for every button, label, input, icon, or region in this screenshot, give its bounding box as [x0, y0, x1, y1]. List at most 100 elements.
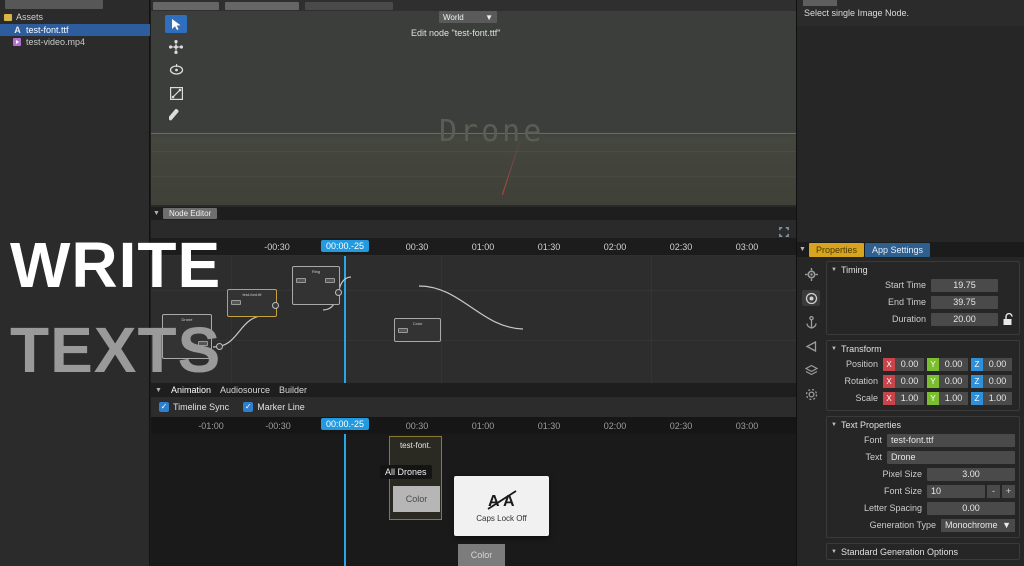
- viewport-3d[interactable]: Drone World ▼ Edit node "test-font.ttf": [151, 0, 796, 205]
- secondary-color-bar[interactable]: Color: [458, 544, 505, 566]
- transform-section-title[interactable]: ▼ Transform: [831, 344, 1015, 354]
- node-port[interactable]: [398, 328, 408, 333]
- animation-track-canvas[interactable]: test-font. All Drones Color A A Caps Loc…: [151, 434, 796, 566]
- collapse-triangle-icon: ▼: [831, 267, 837, 273]
- timeline-clip[interactable]: test-font. All Drones Color: [380, 436, 442, 520]
- tab-properties[interactable]: Properties: [808, 242, 864, 257]
- app-window: Assets A test-font.ttf test-video.mp4 Dr…: [0, 0, 1024, 566]
- node-port[interactable]: [296, 278, 306, 283]
- node-ring[interactable]: Ring: [292, 266, 342, 305]
- font-file-icon: A: [14, 24, 21, 35]
- timing-section-title[interactable]: ▼ Timing: [831, 265, 1015, 275]
- hint-text: Select single Image Node.: [804, 8, 910, 18]
- animation-ruler[interactable]: -01:00 -00:30 00:00.-25 00:30 01:00 01:3…: [151, 417, 796, 434]
- toolbar-chip-2[interactable]: [225, 1, 299, 10]
- asset-name: test-video.mp4: [26, 37, 86, 47]
- chevron-down-icon[interactable]: ▼: [153, 210, 160, 217]
- scale-label: Scale: [855, 393, 878, 403]
- scale-x-field[interactable]: 1.00: [895, 391, 924, 405]
- text-field[interactable]: Drone: [887, 450, 1015, 464]
- playhead-badge[interactable]: 00:00.-25: [320, 418, 370, 430]
- viewport-tool-palette: [165, 15, 191, 125]
- end-time-field[interactable]: 39.75: [931, 295, 998, 309]
- rotate-tool[interactable]: [165, 61, 187, 79]
- node-graph-canvas[interactable]: Drone test-font.ttf Ring Color: [151, 256, 796, 383]
- assets-root-folder[interactable]: Assets: [0, 11, 150, 23]
- ruler-tick: 02:30: [669, 421, 693, 431]
- viewport-canvas[interactable]: Drone: [151, 11, 796, 205]
- chevron-down-icon[interactable]: ▼: [155, 387, 162, 394]
- move-tool[interactable]: [165, 38, 187, 56]
- playhead-badge[interactable]: 00:00.-25: [320, 240, 370, 252]
- scale-z-field[interactable]: 1.00: [983, 391, 1012, 405]
- node-connections: [212, 276, 524, 348]
- node-test-font[interactable]: test-font.ttf: [227, 289, 279, 317]
- node-output-dot[interactable]: [335, 289, 342, 296]
- rotation-x-field[interactable]: 0.00: [895, 374, 924, 388]
- generation-type-dropdown[interactable]: Monochrome ▼: [941, 518, 1015, 532]
- node-output-dot[interactable]: [272, 302, 279, 309]
- position-y-field[interactable]: 0.00: [939, 357, 968, 371]
- font-size-field[interactable]: 10: [927, 484, 985, 498]
- chevron-down-icon[interactable]: ▼: [799, 246, 806, 253]
- grid-line: [151, 176, 796, 177]
- ruler-tick: 01:00: [471, 421, 495, 431]
- standard-generation-options-section[interactable]: ▼ Standard Generation Options: [826, 543, 1020, 560]
- ruler-tick: 03:00: [735, 421, 759, 431]
- chevron-down-icon: ▼: [485, 12, 493, 22]
- rotation-row: Rotation X 0.00 Y 0.00 Z 0.00: [831, 374, 1015, 388]
- tab-builder[interactable]: Builder: [279, 385, 307, 395]
- timeline-sync-label: Timeline Sync: [173, 402, 230, 412]
- text-properties-title[interactable]: ▼ Text Properties: [831, 420, 1015, 430]
- paint-tool[interactable]: [165, 107, 187, 125]
- asset-name: test-font.ttf: [26, 25, 69, 35]
- timeline-sync-checkbox[interactable]: ✓ Timeline Sync: [159, 402, 229, 412]
- rotation-y-field[interactable]: 0.00: [939, 374, 968, 388]
- caps-lock-off-icon: A A: [487, 490, 516, 510]
- ruler-tick: 00:30: [405, 421, 429, 431]
- unlock-icon[interactable]: [1002, 312, 1015, 326]
- position-z-field[interactable]: 0.00: [983, 357, 1012, 371]
- font-size-increment[interactable]: +: [1002, 484, 1015, 498]
- properties-body: ▼ Timing Start Time 19.75 End Time 39.75…: [797, 257, 1024, 566]
- ruler-tick: -00:30: [265, 421, 291, 431]
- ruler-tick: 03:00: [735, 242, 759, 252]
- playhead-line[interactable]: [344, 434, 346, 566]
- ruler-tick: 00:30: [405, 242, 429, 252]
- list-item[interactable]: A test-font.ttf: [0, 24, 150, 36]
- scale-y-field[interactable]: 1.00: [939, 391, 968, 405]
- node-editor-header: ▼ Node Editor: [151, 207, 796, 220]
- select-tool[interactable]: [165, 15, 187, 33]
- ruler-tick: 01:30: [537, 421, 561, 431]
- font-field[interactable]: test-font.ttf: [887, 433, 1015, 447]
- font-size-decrement[interactable]: -: [987, 484, 1000, 498]
- assets-search-input[interactable]: [5, 0, 103, 9]
- node-port[interactable]: [325, 278, 335, 283]
- pixel-size-field[interactable]: 3.00: [927, 467, 1015, 481]
- toolbar-chip-1[interactable]: [153, 1, 219, 10]
- tab-audiosource[interactable]: Audiosource: [220, 385, 270, 395]
- rotation-z-field[interactable]: 0.00: [983, 374, 1012, 388]
- scale-tool[interactable]: [165, 84, 187, 102]
- expand-icon[interactable]: [779, 224, 789, 237]
- start-time-field[interactable]: 19.75: [931, 278, 998, 292]
- start-time-row: Start Time 19.75: [831, 278, 1015, 292]
- standard-options-title[interactable]: ▼ Standard Generation Options: [831, 547, 1015, 557]
- duration-label: Duration: [891, 314, 926, 324]
- marker-line-label: Marker Line: [257, 402, 305, 412]
- position-x-field[interactable]: 0.00: [895, 357, 924, 371]
- node-editor-ruler[interactable]: -01:00 -00:30 00:00.-25 00:30 01:00 01:3…: [151, 238, 796, 256]
- coordinate-space-dropdown[interactable]: World ▼: [439, 11, 497, 23]
- node-port[interactable]: [231, 300, 241, 305]
- clip-color-bar[interactable]: Color: [393, 486, 440, 512]
- letter-spacing-field[interactable]: 0.00: [927, 501, 1015, 515]
- node-color[interactable]: Color: [394, 318, 441, 342]
- text-properties-section: ▼ Text Properties Font test-font.ttf Tex…: [826, 416, 1020, 538]
- list-item[interactable]: test-video.mp4: [0, 36, 150, 48]
- tab-app-settings[interactable]: App Settings: [864, 242, 931, 257]
- duration-field[interactable]: 20.00: [931, 312, 998, 326]
- marker-line-checkbox[interactable]: ✓ Marker Line: [243, 402, 305, 412]
- toolbar-chip-3[interactable]: [305, 1, 393, 10]
- node-editor-title[interactable]: Node Editor: [162, 208, 218, 219]
- node-editor-panel: ▼ Node Editor -01:00 -00:30 00:00.-25 00…: [151, 205, 796, 383]
